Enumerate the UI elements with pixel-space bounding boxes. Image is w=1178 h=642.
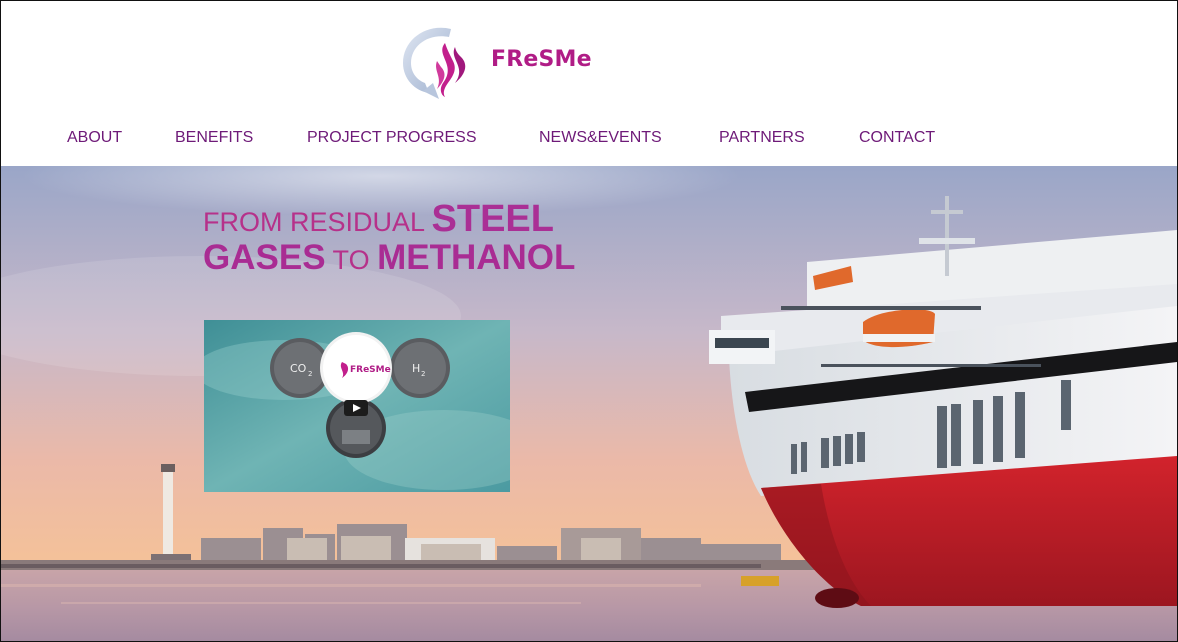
headline-steel: STEEL xyxy=(431,198,554,240)
hero-harbor-image xyxy=(1,166,1177,641)
h2-label: H xyxy=(412,362,420,375)
co2-label: CO xyxy=(290,362,307,375)
video-thumbnail[interactable]: CO 2 H 2 FReSMe xyxy=(204,320,510,492)
hero-headline: FROM RESIDUAL STEEL GASES TO METHANOL xyxy=(203,200,575,279)
logo-icon xyxy=(403,27,466,99)
video-poster-graphic: CO 2 H 2 FReSMe xyxy=(204,320,510,492)
nav-item-about[interactable]: ABOUT xyxy=(67,129,122,147)
logo-text: FReSMe xyxy=(491,47,592,72)
headline-to: TO xyxy=(325,245,378,275)
video-brand-label: FReSMe xyxy=(350,365,391,375)
hero-headline-line2: GASES TO METHANOL xyxy=(203,239,575,279)
page-frame: FReSMe ABOUT BENEFITS PROJECT PROGRESS N… xyxy=(0,0,1178,642)
nav-item-contact[interactable]: CONTACT xyxy=(859,129,935,147)
co2-subscript: 2 xyxy=(308,370,312,378)
headline-methanol: METHANOL xyxy=(377,238,576,277)
site-header: FReSMe ABOUT BENEFITS PROJECT PROGRESS N… xyxy=(1,1,1177,166)
hero-headline-line1: FROM RESIDUAL STEEL xyxy=(203,200,575,239)
nav-item-project-progress[interactable]: PROJECT PROGRESS xyxy=(307,129,477,147)
play-icon[interactable] xyxy=(344,400,368,416)
headline-from-residual: FROM RESIDUAL xyxy=(203,207,432,237)
site-logo[interactable]: FReSMe xyxy=(399,21,619,101)
nav-item-news-events[interactable]: NEWS&EVENTS xyxy=(539,129,662,147)
main-nav: ABOUT BENEFITS PROJECT PROGRESS NEWS&EVE… xyxy=(1,129,1177,153)
hero-banner: FROM RESIDUAL STEEL GASES TO METHANOL CO… xyxy=(1,166,1177,641)
h2-subscript: 2 xyxy=(421,370,425,378)
nav-item-benefits[interactable]: BENEFITS xyxy=(175,129,253,147)
nav-item-partners[interactable]: PARTNERS xyxy=(719,129,805,147)
headline-gases: GASES xyxy=(203,238,326,277)
